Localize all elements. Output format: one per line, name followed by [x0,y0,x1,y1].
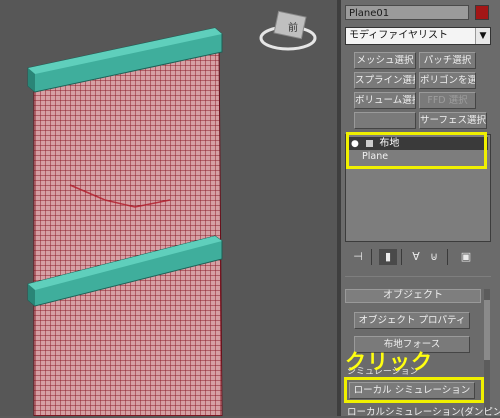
object-name-field[interactable]: Plane01 [345,5,469,20]
chevron-down-icon[interactable]: ▼ [475,28,490,44]
object-properties-button[interactable]: オブジェクト プロパティ [354,312,470,329]
configure-modifier-sets-icon[interactable]: ▣ [457,249,475,265]
stack-highlight-box [346,132,487,169]
viewport[interactable]: 前 [0,0,337,416]
mesh-select-button[interactable]: メッシュ選択 [354,52,416,69]
object-color-swatch[interactable] [475,5,489,20]
blank-button[interactable] [354,112,416,129]
pin-stack-icon[interactable]: ⊣ [349,249,367,265]
scrollbar-thumb[interactable] [484,300,490,360]
show-end-result-icon[interactable]: ▮ [379,249,397,265]
poly-select-button[interactable]: ポリゴンを選択 [419,72,476,89]
ffd-select-button[interactable]: FFD 選択 [419,92,476,109]
make-unique-icon[interactable]: ∀ [407,249,425,265]
modifier-list-dropdown[interactable]: モディファイヤリスト ▼ [345,27,491,45]
click-annotation: クリック [345,350,433,374]
rollout-divider [345,276,491,277]
remove-modifier-icon[interactable]: ⊍ [425,249,443,265]
viewcube-face-label: 前 [288,21,298,34]
button-highlight-box [344,377,484,403]
object-rollout-header[interactable]: オブジェクト [345,289,481,303]
volume-select-button[interactable]: ボリューム選択 [354,92,416,109]
modifier-list-label: モディファイヤリスト [349,30,448,41]
surface-select-button[interactable]: サーフェス選択 [419,112,487,129]
spline-select-button[interactable]: スプライン選択 [354,72,416,89]
patch-select-button[interactable]: パッチ選択 [419,52,476,69]
viewport-canvas[interactable]: 前 [0,0,337,416]
cloth-mesh [33,41,223,416]
